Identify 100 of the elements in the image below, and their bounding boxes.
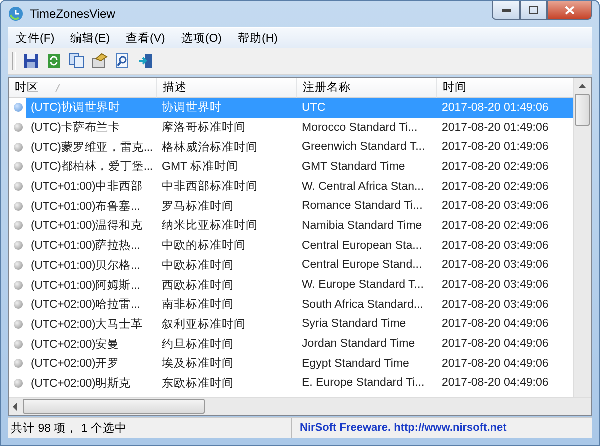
table-cell[interactable]: (UTC+01:00)布鲁塞... — [26, 196, 157, 216]
table-cell-text: 叙利亚标准时间 — [161, 318, 247, 333]
menu-item[interactable]: 查看(V) — [118, 30, 174, 46]
table-cell-text: 中欧的标准时间 — [161, 238, 247, 254]
horizontal-scrollbar[interactable] — [9, 397, 591, 415]
status-dot-icon — [14, 221, 23, 230]
table-cell-text: GMT Standard Time — [301, 160, 406, 175]
table-cell-text: 2017-08-20 03:49:06 — [441, 278, 550, 294]
table-cell-text: 纳米比亚标准时间 — [161, 218, 259, 234]
table-cell-text: 西欧标准时间 — [161, 278, 235, 294]
menu-item[interactable]: 帮助(H) — [230, 30, 286, 46]
status-dot-icon — [14, 260, 23, 270]
table-cell[interactable]: (UTC+02:00)开罗 — [26, 354, 157, 374]
table-cell-text: 2017-08-20 03:49:06 — [441, 199, 550, 214]
search-icon — [114, 53, 130, 69]
table-cell[interactable]: (UTC+02:00)明斯克 — [26, 374, 157, 394]
table-cell-text: 2017-08-20 01:49:06 — [441, 120, 550, 136]
table-cell-text: 罗马标准时间 — [161, 200, 235, 215]
close-icon — [564, 6, 574, 14]
table-cell[interactable]: (UTC+02:00)哈拉雷... — [26, 294, 157, 315]
minimize-icon — [502, 8, 510, 12]
table-cell-text: 南非标准时间 — [161, 298, 235, 314]
table-cell-text: 2017-08-20 01:49:06 — [441, 140, 550, 156]
toolbar-button[interactable] — [68, 52, 85, 70]
column-header[interactable]: 描述 — [157, 78, 297, 98]
exit-door-icon — [138, 53, 154, 69]
table-cell[interactable]: (UTC+01:00)萨拉热... — [26, 236, 157, 256]
table-cell-text: 2017-08-20 02:49:06 — [441, 160, 550, 175]
table-cell-text: 2017-08-20 04:49:06 — [441, 317, 550, 332]
status-dot-icon — [14, 359, 23, 368]
table-cell-text: 摩洛哥标准时间 — [161, 120, 247, 136]
minimize-button[interactable] — [492, 1, 520, 20]
table-cell-text: 2017-08-20 03:49:06 — [441, 238, 550, 254]
menu-item[interactable]: 编辑(E) — [62, 30, 118, 46]
table-cell-text: Central European Sta... — [301, 238, 424, 254]
table-cell-text: Central Europe Stand... — [301, 258, 424, 274]
table-cell: UTC — [297, 98, 437, 118]
toolbar-button[interactable] — [45, 52, 62, 70]
maximize-button[interactable] — [520, 1, 547, 20]
table-cell-text: Namibia Standard Time — [301, 218, 424, 234]
table-cell-text: Romance Standard Ti... — [301, 199, 424, 214]
table-cell[interactable]: (UTC+02:00)安曼 — [26, 334, 157, 354]
column-header[interactable]: 注册名称 — [297, 78, 437, 98]
status-dot-icon — [14, 280, 23, 290]
table-cell-text: 中非西部标准时间 — [161, 179, 259, 196]
status-dot-icon — [14, 182, 23, 192]
toolbar-button[interactable] — [114, 52, 131, 70]
status-dot-icon — [14, 103, 23, 112]
table-cell[interactable]: (UTC+02:00)大马士革 — [26, 314, 157, 334]
close-button[interactable] — [547, 1, 592, 20]
table-cell-text: 东欧标准时间 — [161, 376, 235, 392]
menu-item[interactable]: 文件(F) — [8, 30, 63, 46]
status-dot-icon — [14, 142, 23, 152]
status-dot-icon — [14, 320, 23, 329]
table-cell[interactable]: (UTC)蒙罗维亚，雷克... — [26, 137, 157, 158]
table-cell[interactable]: (UTC)都柏林，爱丁堡... — [26, 157, 157, 177]
status-dot-icon — [14, 378, 23, 388]
table-cell[interactable]: (UTC+01:00)中非西部 — [26, 176, 157, 196]
status-dot-icon — [14, 202, 23, 211]
website-link[interactable]: NirSoft Freeware. http://www.nirsoft.net — [292, 418, 507, 438]
table-cell-text: Egypt Standard Time — [301, 356, 410, 372]
table-cell-text: 2017-08-20 03:49:06 — [441, 298, 550, 313]
table-cell: 协调世界时 — [157, 98, 297, 118]
copy-icon — [68, 53, 84, 69]
window-title: TimeZonesView — [30, 7, 116, 21]
sort-indicator-icon — [55, 84, 61, 92]
table-cell-text: W. Europe Standard T... — [301, 278, 425, 294]
status-dot-icon — [14, 300, 23, 310]
table-cell[interactable]: (UTC)卡萨布兰卡 — [26, 118, 157, 138]
table-cell[interactable]: (UTC+01:00)贝尔格... — [26, 256, 157, 276]
table-cell-text: 2017-08-20 03:49:06 — [441, 258, 550, 274]
scrollbar-thumb[interactable] — [23, 399, 205, 414]
scrollbar-thumb[interactable] — [575, 94, 590, 126]
status-dot-icon — [14, 340, 23, 349]
table-cell-text: Syria Standard Time — [301, 317, 408, 332]
properties-icon — [92, 53, 108, 69]
table-cell-text: 格林威治标准时间 — [161, 140, 259, 156]
toolbar-button[interactable] — [137, 52, 154, 70]
table-cell-text: 2017-08-20 02:49:06 — [441, 180, 550, 195]
table-cell-text: W. Central Africa Stan... — [301, 180, 426, 195]
toolbar-button[interactable] — [22, 52, 39, 70]
table-cell: 2017-08-20 01:49:06 — [437, 98, 573, 118]
table-cell-text: Jordan Standard Time — [301, 337, 416, 352]
clock-globe-icon — [8, 6, 24, 22]
menu-item[interactable]: 选项(O) — [173, 30, 230, 46]
table-cell-text: 2017-08-20 04:49:06 — [441, 337, 550, 352]
vertical-scrollbar[interactable] — [573, 78, 591, 397]
item-count-text: 共计 98 项， 1 个选中 — [8, 418, 292, 438]
table-cell-text: 埃及标准时间 — [161, 356, 235, 372]
table-cell-text: GMT 标准时间 — [161, 160, 240, 176]
table-cell-text: 2017-08-20 02:49:06 — [441, 218, 550, 234]
status-dot-icon — [14, 123, 23, 132]
column-header[interactable]: 时区 — [9, 78, 157, 98]
table-cell-text: South Africa Standard... — [301, 298, 424, 313]
table-cell-text: E. Europe Standard Ti... — [301, 376, 426, 392]
table-cell-text: 中欧标准时间 — [161, 258, 235, 274]
toolbar-button[interactable] — [91, 52, 108, 70]
status-dot-icon — [14, 241, 23, 250]
table-cell[interactable]: (UTC+01:00)阿姆斯... — [26, 275, 157, 295]
table-cell[interactable]: (UTC+01:00)温得和克 — [26, 216, 157, 236]
